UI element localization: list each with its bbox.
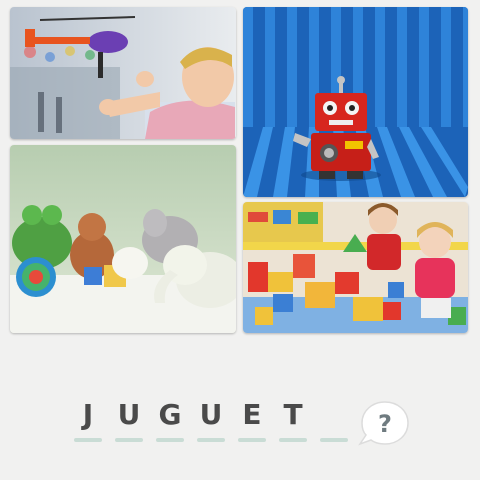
answer-slot-5[interactable]: E — [236, 394, 268, 446]
slot-underline — [238, 438, 266, 442]
answer-slot-7[interactable] — [318, 394, 350, 446]
slot-underline — [320, 438, 348, 442]
plush-toys-image — [10, 145, 236, 333]
answer-letter: E — [242, 398, 262, 431]
slot-underline — [279, 438, 307, 442]
answer-slot-2[interactable]: U — [113, 394, 145, 446]
boy-helicopter-image — [10, 7, 236, 139]
answer-slot-3[interactable]: G — [154, 394, 186, 446]
hint-glyph: ? — [378, 410, 392, 438]
hint-button[interactable]: ? — [358, 400, 410, 448]
robot-image — [243, 7, 468, 197]
slot-underline — [74, 438, 102, 442]
answer-letter: U — [117, 398, 141, 431]
question-bubble-icon: ? — [358, 401, 409, 446]
kids-blocks-image — [243, 202, 468, 333]
answer-slot-1[interactable]: J — [72, 394, 104, 446]
answer-slots: J U G U E T — [72, 394, 350, 446]
answer-slot-4[interactable]: U — [195, 394, 227, 446]
slot-underline — [156, 438, 184, 442]
slot-underline — [197, 438, 225, 442]
slot-underline — [115, 438, 143, 442]
photo-boy-helicopter[interactable] — [10, 7, 236, 139]
photo-kids-blocks[interactable] — [243, 202, 468, 333]
photo-robot[interactable] — [243, 7, 468, 197]
answer-slot-6[interactable]: T — [277, 394, 309, 446]
answer-letter: T — [283, 398, 303, 431]
photo-plush-toys[interactable] — [10, 145, 236, 333]
answer-letter: G — [158, 398, 182, 431]
answer-letter: J — [82, 398, 94, 431]
answer-letter: U — [199, 398, 223, 431]
